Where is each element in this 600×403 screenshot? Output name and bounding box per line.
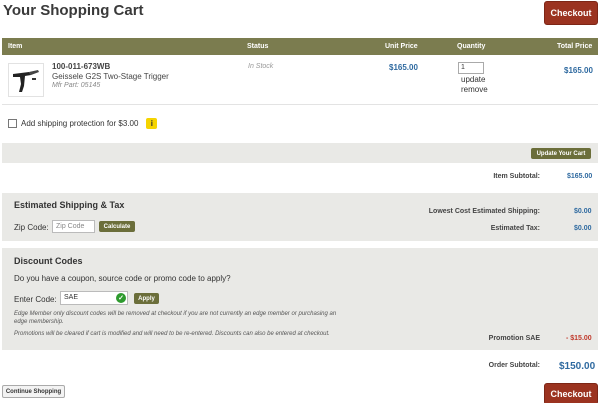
- zip-code-input[interactable]: Zip Code: [52, 220, 95, 233]
- edge-member-note: Edge Member only discount codes will be …: [14, 311, 337, 325]
- cart-table-header: Item Status Unit Price Quantity Total Pr…: [2, 38, 598, 55]
- enter-code-label: Enter Code:: [14, 295, 57, 304]
- promotion-label: Promotion SAE: [488, 335, 540, 342]
- item-total-price: $165.00: [564, 66, 593, 75]
- shipping-estimate-value: $0.00: [574, 208, 592, 215]
- checkout-button-top[interactable]: Checkout: [544, 1, 598, 25]
- item-unit-price: $165.00: [389, 63, 418, 72]
- item-status: In Stock: [248, 63, 274, 70]
- update-link[interactable]: update: [461, 75, 485, 85]
- estimate-title: Estimated Shipping & Tax: [14, 200, 125, 210]
- shipping-protection-label: Add shipping protection for $3.00: [21, 119, 139, 128]
- continue-shopping-button[interactable]: Continue Shopping: [2, 385, 65, 398]
- order-subtotal-label: Order Subtotal:: [488, 362, 540, 369]
- cart-item-row: 100-011-673WB Geissele G2S Two-Stage Tri…: [2, 55, 598, 105]
- page-title: Your Shopping Cart: [3, 2, 144, 19]
- calculate-button[interactable]: Calculate: [99, 221, 135, 232]
- discount-question: Do you have a coupon, source code or pro…: [14, 274, 231, 283]
- update-cart-button[interactable]: Update Your Cart: [531, 148, 591, 159]
- update-cart-band: [2, 143, 598, 163]
- promotion-note: Promotions will be cleared if cart is mo…: [14, 331, 330, 337]
- zip-label: Zip Code:: [14, 223, 49, 232]
- update-remove-links: update remove: [461, 75, 488, 95]
- shipping-protection: Add shipping protection for $3.00 i: [8, 118, 158, 129]
- tax-value: $0.00: [574, 225, 592, 232]
- info-icon[interactable]: i: [146, 118, 158, 129]
- column-total-price: Total Price: [557, 43, 593, 50]
- valid-check-icon: ✓: [116, 293, 126, 303]
- trigger-image-icon: [13, 70, 39, 92]
- shipping-protection-checkbox[interactable]: [8, 119, 17, 128]
- product-thumbnail[interactable]: [8, 63, 44, 97]
- shipping-estimate-label: Lowest Cost Estimated Shipping:: [428, 208, 540, 215]
- discount-title: Discount Codes: [14, 256, 83, 266]
- checkout-button-bottom[interactable]: Checkout: [544, 383, 598, 403]
- column-unit-price: Unit Price: [385, 43, 418, 50]
- apply-button[interactable]: Apply: [134, 293, 159, 304]
- item-sku[interactable]: 100-011-673WB: [52, 62, 110, 71]
- remove-link[interactable]: remove: [461, 85, 488, 95]
- item-subtotal-label: Item Subtotal:: [493, 173, 540, 180]
- column-item: Item: [8, 43, 23, 50]
- item-mfr-part: Mfr Part: 05145: [52, 82, 101, 89]
- item-subtotal-value: $165.00: [567, 173, 593, 180]
- order-subtotal-value: $150.00: [559, 361, 596, 372]
- column-quantity: Quantity: [457, 43, 486, 50]
- quantity-input[interactable]: 1: [458, 62, 484, 74]
- tax-label: Estimated Tax:: [490, 225, 540, 232]
- column-status: Status: [247, 43, 269, 50]
- promotion-value: - $15.00: [566, 335, 592, 342]
- item-name[interactable]: Geissele G2S Two-Stage Trigger: [52, 72, 169, 81]
